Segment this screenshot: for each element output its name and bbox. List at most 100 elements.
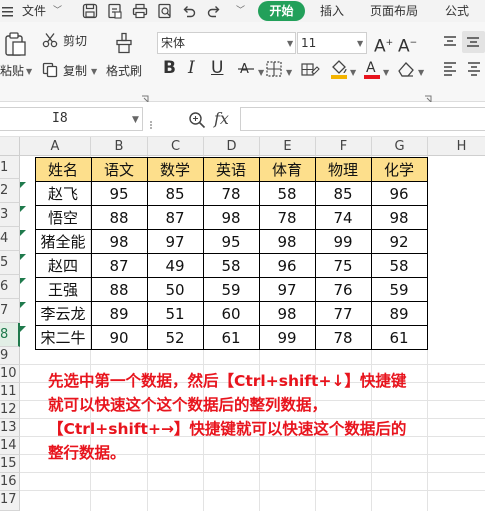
table-header-cell[interactable]: 数学 — [147, 158, 203, 182]
decrease-font-icon[interactable]: A− — [398, 33, 417, 57]
tab-insert[interactable]: 插入 — [320, 0, 344, 22]
row-header[interactable]: 17 — [0, 491, 20, 511]
tab-start[interactable]: 开始 — [258, 1, 305, 21]
row-header[interactable]: 6 — [0, 275, 20, 299]
table-cell[interactable]: 89 — [91, 302, 147, 326]
table-cell[interactable]: 98 — [259, 302, 315, 326]
table-header-cell[interactable]: 体育 — [259, 158, 315, 182]
table-cell[interactable]: 89 — [371, 302, 427, 326]
caret-down-icon[interactable]: ▼ — [357, 39, 363, 49]
table-cell[interactable]: 96 — [371, 182, 427, 206]
table-cell[interactable]: 58 — [371, 254, 427, 278]
caret-down-icon[interactable]: ▼ — [383, 68, 389, 78]
table-header-cell[interactable]: 语文 — [91, 158, 147, 182]
table-cell[interactable]: 97 — [147, 230, 203, 254]
tab-formulas[interactable]: 公式 — [445, 0, 469, 22]
caret-down-icon[interactable]: ▼ — [286, 68, 292, 78]
column-header[interactable]: A — [20, 137, 91, 156]
row-header[interactable]: 11 — [0, 383, 20, 401]
column-header[interactable]: C — [148, 137, 204, 156]
increase-font-icon[interactable]: A+ — [374, 33, 393, 57]
row-header[interactable]: 13 — [0, 419, 20, 437]
underline-button[interactable]: U — [211, 58, 223, 78]
row-header[interactable]: 2 — [0, 179, 20, 203]
format-painter-icon[interactable] — [114, 32, 134, 58]
table-cell[interactable]: 猪全能 — [35, 230, 91, 254]
paste-label[interactable]: 粘贴 — [0, 64, 24, 78]
table-cell[interactable]: 58 — [203, 254, 259, 278]
table-cell[interactable]: 88 — [91, 278, 147, 302]
table-cell[interactable]: 77 — [315, 302, 371, 326]
table-cell[interactable]: 61 — [371, 326, 427, 350]
table-cell[interactable]: 98 — [91, 230, 147, 254]
row-header[interactable]: 12 — [0, 401, 20, 419]
align-middle-icon[interactable] — [462, 31, 485, 53]
table-cell[interactable]: 87 — [91, 254, 147, 278]
table-cell[interactable]: 赵飞 — [35, 182, 91, 206]
column-header[interactable]: B — [91, 137, 148, 156]
column-header[interactable]: G — [372, 137, 428, 156]
table-cell[interactable]: 85 — [147, 182, 203, 206]
table-cell[interactable]: 90 — [91, 326, 147, 350]
table-cell[interactable]: 78 — [315, 326, 371, 350]
caret-down-icon[interactable]: ▼ — [91, 67, 97, 77]
row-header[interactable]: 16 — [0, 473, 20, 491]
column-header[interactable]: E — [260, 137, 316, 156]
chevron-down-icon[interactable]: ﹀ — [53, 0, 62, 22]
table-cell[interactable]: 78 — [203, 182, 259, 206]
eraser-icon[interactable] — [396, 59, 416, 83]
table-cell[interactable]: 85 — [315, 182, 371, 206]
table-cell[interactable]: 98 — [371, 206, 427, 230]
scissors-icon[interactable] — [42, 32, 58, 52]
fill-format-icon[interactable] — [300, 59, 320, 83]
table-cell[interactable]: 宋二牛 — [35, 326, 91, 350]
table-cell[interactable]: 59 — [371, 278, 427, 302]
column-header[interactable]: F — [316, 137, 372, 156]
table-cell[interactable]: 52 — [147, 326, 203, 350]
align-top-icon[interactable] — [442, 34, 458, 54]
column-header[interactable]: H — [428, 137, 485, 156]
table-cell[interactable]: 60 — [203, 302, 259, 326]
table-cell[interactable]: 95 — [91, 182, 147, 206]
zoom-icon[interactable] — [188, 111, 206, 133]
chevron-down-icon[interactable]: ﹀ — [236, 0, 245, 22]
table-cell[interactable]: 74 — [315, 206, 371, 230]
drag-handle-icon[interactable] — [148, 115, 154, 129]
row-header[interactable]: 4 — [0, 227, 20, 251]
table-header-cell[interactable]: 化学 — [371, 158, 427, 182]
column-header[interactable]: D — [204, 137, 260, 156]
cut-label[interactable]: 剪切 — [63, 34, 87, 48]
table-cell[interactable]: 87 — [147, 206, 203, 230]
menu-file[interactable]: 文件 — [22, 0, 46, 22]
table-cell[interactable]: 李云龙 — [35, 302, 91, 326]
caret-down-icon[interactable]: ▼ — [26, 67, 32, 77]
table-cell[interactable]: 51 — [147, 302, 203, 326]
table-cell[interactable]: 95 — [203, 230, 259, 254]
print-icon[interactable] — [132, 3, 148, 19]
select-all-corner[interactable] — [0, 137, 20, 156]
align-center-icon[interactable] — [466, 60, 482, 80]
row-header[interactable]: 1 — [0, 156, 20, 179]
caret-down-icon[interactable]: ▼ — [287, 39, 293, 49]
caret-down-icon[interactable]: ▼ — [258, 68, 264, 78]
caret-down-icon[interactable]: ▼ — [418, 68, 424, 78]
caret-down-icon[interactable]: ▼ — [132, 115, 139, 125]
row-header-active[interactable]: 8 — [0, 323, 20, 347]
font-color-icon[interactable]: A — [363, 58, 381, 84]
name-box[interactable]: I8 — [0, 107, 143, 131]
table-cell[interactable]: 99 — [259, 326, 315, 350]
table-cell[interactable]: 悟空 — [35, 206, 91, 230]
print-preview-icon[interactable] — [157, 3, 173, 19]
undo-icon[interactable] — [181, 3, 197, 19]
row-header[interactable]: 15 — [0, 455, 20, 473]
table-cell[interactable]: 王强 — [35, 278, 91, 302]
table-header-cell[interactable]: 物理 — [315, 158, 371, 182]
align-left-icon[interactable] — [442, 60, 458, 80]
table-cell[interactable]: 92 — [371, 230, 427, 254]
table-cell[interactable]: 98 — [203, 206, 259, 230]
paste-icon[interactable] — [4, 32, 26, 60]
row-header[interactable]: 5 — [0, 251, 20, 275]
bold-button[interactable]: B — [163, 58, 176, 78]
row-header[interactable]: 14 — [0, 437, 20, 455]
caret-down-icon[interactable]: ▼ — [350, 68, 356, 78]
